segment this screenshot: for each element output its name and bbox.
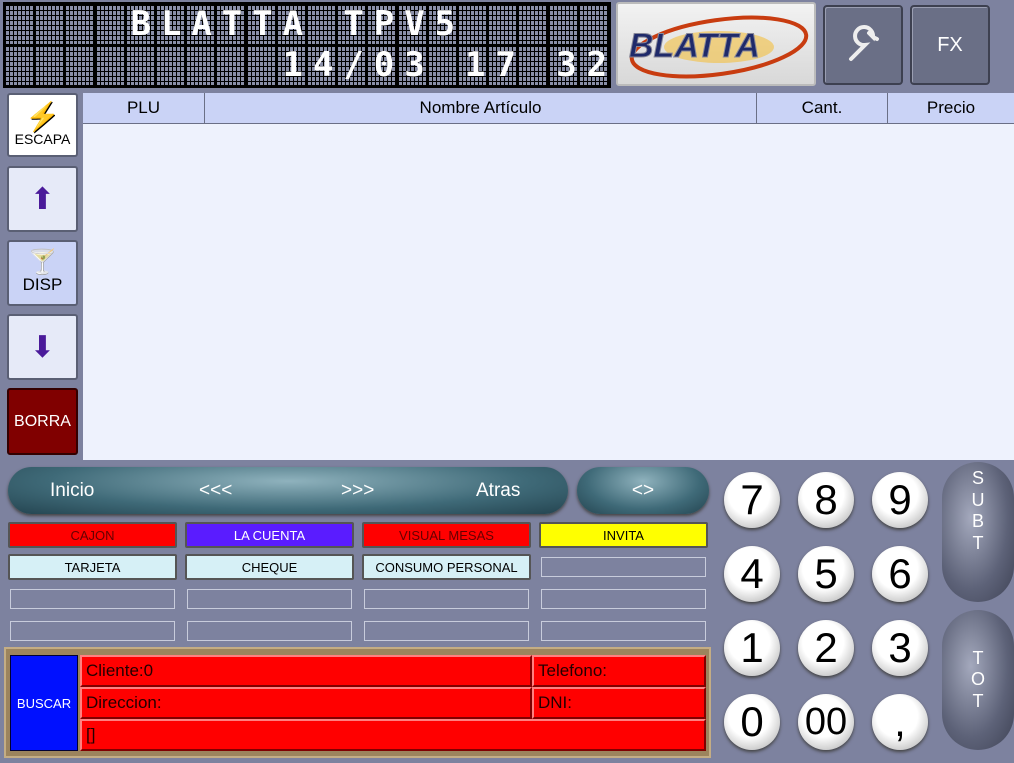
ticket-table[interactable]: PLU Nombre Artículo Cant. Precio	[83, 93, 1014, 460]
key-comma[interactable]: ,	[872, 694, 928, 750]
subt-letter: U	[971, 489, 985, 510]
scroll-up-button[interactable]: ⬆	[7, 166, 78, 232]
function-button-cheque[interactable]: CHEQUE	[185, 554, 354, 580]
settings-button[interactable]	[823, 5, 903, 85]
customer-panel: BUSCAR Cliente:0 Telefono: Direccion: DN…	[4, 647, 711, 758]
nav-bar: Inicio <<< >>> Atras	[8, 467, 568, 514]
prev-page-button[interactable]: <<<	[199, 480, 232, 502]
logo-button[interactable]: BLATTA	[616, 2, 816, 86]
function-button-cajon[interactable]: CAJON	[8, 522, 177, 548]
lightning-icon: ⚡	[25, 101, 60, 132]
arrow-up-icon: ⬆	[29, 182, 56, 216]
tot-letter: O	[970, 669, 985, 690]
cliente-field[interactable]: Cliente:0	[80, 655, 532, 687]
buscar-button[interactable]: BUSCAR	[10, 655, 78, 751]
toggle-button[interactable]: <>	[577, 467, 709, 514]
disp-button[interactable]: 🍸 DISP	[7, 240, 78, 306]
empty-function-slot[interactable]	[187, 621, 352, 641]
drink-icon: 🍸	[27, 249, 58, 276]
led-display: BLATTA TPV5 14/03 17 32	[3, 2, 611, 88]
empty-function-slot[interactable]	[541, 589, 706, 609]
function-button-la-cuenta[interactable]: LA CUENTA	[185, 522, 354, 548]
extra-field[interactable]: []	[80, 719, 706, 751]
key-2[interactable]: 2	[798, 620, 854, 676]
led-text-line-2: 14/03 17 32	[9, 45, 617, 85]
subtotal-button[interactable]: SUBT	[942, 462, 1014, 602]
key-1[interactable]: 1	[724, 620, 780, 676]
function-button-visual-mesas[interactable]: VISUAL MESAS	[362, 522, 531, 548]
key-0[interactable]: 0	[724, 694, 780, 750]
subt-letter: T	[972, 532, 984, 553]
next-page-button[interactable]: >>>	[341, 480, 374, 502]
empty-function-slot[interactable]	[541, 621, 706, 641]
key-4[interactable]: 4	[724, 546, 780, 602]
subt-letter: B	[971, 511, 984, 532]
inicio-button[interactable]: Inicio	[50, 480, 94, 502]
telefono-field[interactable]: Telefono:	[532, 655, 706, 687]
svg-text:BLATTA: BLATTA	[629, 27, 760, 65]
key-6[interactable]: 6	[872, 546, 928, 602]
column-precio: Precio	[926, 98, 976, 117]
escapa-label: ESCAPA	[14, 131, 71, 147]
table-header: PLU Nombre Artículo Cant. Precio	[83, 93, 1014, 124]
function-button-invita[interactable]: INVITA	[539, 522, 708, 548]
escapa-button[interactable]: ⚡ ESCAPA	[7, 93, 78, 157]
function-button-tarjeta[interactable]: TARJETA	[8, 554, 177, 580]
key-00[interactable]: 00	[798, 694, 854, 750]
fx-button[interactable]: FX	[910, 5, 990, 85]
key-3[interactable]: 3	[872, 620, 928, 676]
key-8[interactable]: 8	[798, 472, 854, 528]
function-button-consumo-personal[interactable]: CONSUMO PERSONAL	[362, 554, 531, 580]
subt-letter: S	[971, 468, 984, 488]
wrench-icon	[849, 25, 879, 61]
atras-button[interactable]: Atras	[476, 480, 520, 502]
empty-function-slot[interactable]	[364, 589, 529, 609]
tot-letter: T	[972, 647, 984, 668]
led-line-1: BLATTA TPV5	[5, 5, 609, 44]
direccion-field[interactable]: Direccion:	[80, 687, 532, 719]
scroll-down-button[interactable]: ⬇	[7, 314, 78, 380]
empty-function-slot[interactable]	[10, 621, 175, 641]
column-plu: PLU	[83, 93, 205, 123]
empty-function-slot[interactable]	[541, 557, 706, 577]
empty-function-slot[interactable]	[10, 589, 175, 609]
blatta-logo-icon: BLATTA	[629, 15, 809, 79]
column-nombre: Nombre Artículo	[205, 93, 757, 123]
arrow-down-icon: ⬇	[29, 330, 56, 364]
disp-label: DISP	[22, 275, 63, 294]
led-text-line-1: BLATTA TPV5	[9, 4, 617, 44]
led-line-2: 14/03 17 32	[5, 46, 609, 85]
column-cant: Cant.	[757, 93, 888, 123]
key-7[interactable]: 7	[724, 472, 780, 528]
borra-button[interactable]: BORRA	[7, 388, 78, 455]
total-button[interactable]: TOT	[942, 610, 1014, 750]
key-5[interactable]: 5	[798, 546, 854, 602]
tot-letter: T	[972, 690, 984, 711]
empty-function-slot[interactable]	[364, 621, 529, 641]
dni-field[interactable]: DNI:	[532, 687, 706, 719]
key-9[interactable]: 9	[872, 472, 928, 528]
empty-function-slot[interactable]	[187, 589, 352, 609]
